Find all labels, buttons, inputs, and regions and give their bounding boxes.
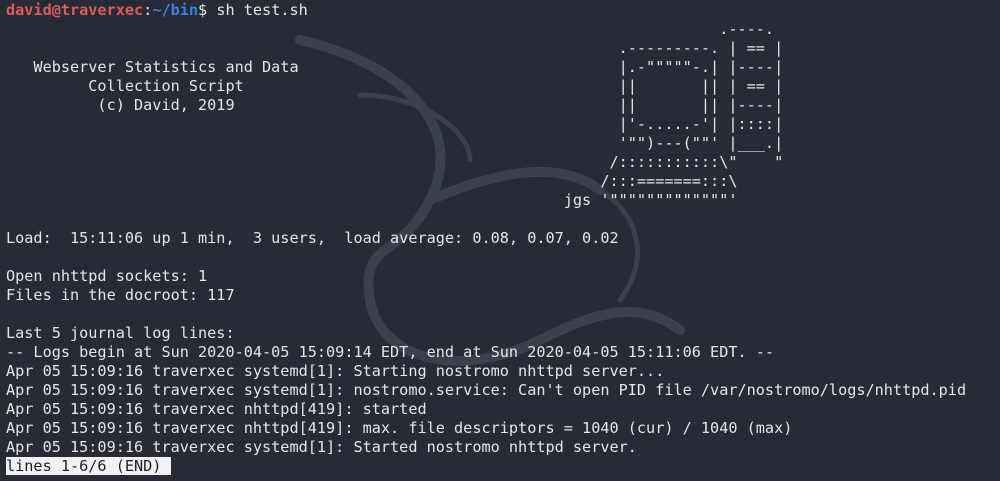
prompt-path: ~/bin: [152, 1, 199, 19]
prompt-user-host: david@traverxec: [6, 1, 144, 19]
output-block: .----. .---------. | == | Webserver Stat…: [6, 20, 996, 457]
output-line: Apr 05 15:09:16 traverxec nhttpd[419]: s…: [6, 400, 427, 418]
prompt-symbol: $: [198, 1, 217, 19]
output-line: .----.: [6, 20, 775, 38]
output-line: Apr 05 15:09:16 traverxec nhttpd[419]: m…: [6, 419, 793, 437]
output-line: '"")---(""' |___.|: [6, 134, 784, 152]
output-line: Open nhttpd sockets: 1: [6, 267, 208, 285]
output-line: jgs '"""""""""""""': [6, 191, 738, 209]
output-line: Apr 05 15:09:16 traverxec systemd[1]: no…: [6, 381, 967, 399]
prompt-line: david@traverxec:~/bin$ sh test.sh: [6, 1, 996, 20]
output-line: Files in the docroot: 117: [6, 286, 235, 304]
output-line: /:::=======:::\: [6, 172, 738, 190]
output-line: Apr 05 15:09:16 traverxec systemd[1]: St…: [6, 438, 637, 456]
output-line: Last 5 journal log lines:: [6, 324, 235, 342]
output-line: /:::::::::::\" ": [6, 153, 784, 171]
prompt-command: sh test.sh: [216, 1, 308, 19]
output-line: Webserver Statistics and Data |.-"""""-.…: [6, 58, 784, 76]
output-line: (c) David, 2019 || || |----|: [6, 96, 784, 114]
pager-status: lines 1-6/6 (END): [6, 457, 172, 475]
pager-status-line: lines 1-6/6 (END): [6, 457, 996, 476]
output-line: |'-.....-'| |::::|: [6, 115, 784, 133]
output-line: Load: 15:11:06 up 1 min, 3 users, load a…: [6, 229, 619, 247]
output-line: Apr 05 15:09:16 traverxec systemd[1]: St…: [6, 362, 665, 380]
output-line: .---------. | == |: [6, 39, 784, 57]
prompt-separator: :: [143, 1, 153, 19]
output-line: Collection Script || || | == |: [6, 77, 784, 95]
terminal[interactable]: david@traverxec:~/bin$ sh test.sh .----.…: [6, 1, 996, 476]
output-line: -- Logs begin at Sun 2020-04-05 15:09:14…: [6, 343, 775, 361]
